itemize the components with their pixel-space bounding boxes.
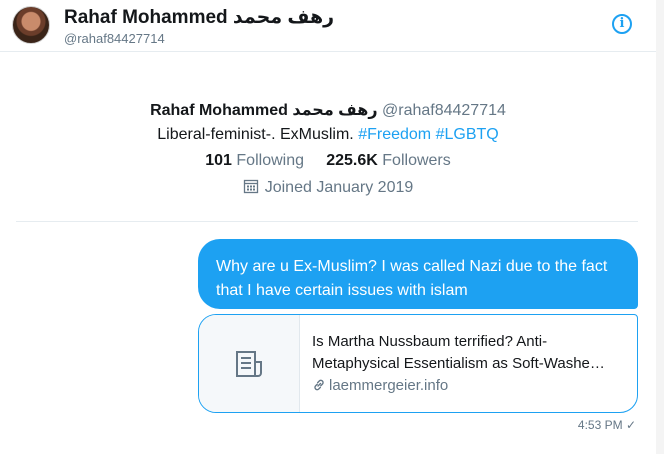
link-preview-card[interactable]: Is Martha Nussbaum terrified? Anti-Metap…: [198, 314, 638, 413]
followers-label: Followers: [382, 152, 451, 169]
followers-count: 225.6K: [326, 152, 378, 169]
timestamp-text: 4:53 PM: [577, 418, 623, 432]
header-handle[interactable]: @rahaf84427714: [64, 31, 165, 46]
card-thumbnail: [199, 315, 300, 412]
link-icon: [312, 378, 326, 396]
hashtag-link[interactable]: #LGBTQ: [436, 126, 499, 143]
profile-summary-name: Rahaf Mohammed رهف محمد @rahaf84427714: [0, 100, 656, 120]
bio-text: Liberal-feminist-. ExMuslim.: [157, 126, 354, 143]
message-timestamp: 4:53 PM ✓: [578, 418, 636, 432]
profile-handle[interactable]: @rahaf84427714: [382, 102, 506, 119]
divider: [16, 221, 638, 222]
following-label: Following: [236, 152, 304, 169]
joined-text: Joined January 2019: [264, 179, 414, 196]
avatar[interactable]: [12, 6, 50, 44]
joined-date: Joined January 2019: [0, 178, 656, 199]
card-title: Is Martha Nussbaum terrified? Anti-Metap…: [312, 333, 605, 372]
conversation-header: Rahaf Mohammed رهف محمد @rahaf84427714 i: [0, 0, 656, 52]
calendar-icon: [243, 178, 259, 199]
checkmark-icon: ✓: [625, 418, 636, 432]
followers-link[interactable]: 225.6K Followers: [326, 152, 451, 169]
message-bubble[interactable]: Why are u Ex-Muslim? I was called Nazi d…: [198, 239, 638, 309]
card-domain-text: laemmergeier.info: [329, 377, 449, 394]
following-count: 101: [205, 152, 232, 169]
following-link[interactable]: 101 Following: [205, 152, 304, 169]
profile-stats: 101 Following 225.6K Followers: [0, 152, 656, 170]
profile-display-name[interactable]: Rahaf Mohammed رهف محمد: [150, 102, 377, 119]
header-display-name[interactable]: Rahaf Mohammed رهف محمد: [64, 6, 334, 29]
scrollbar[interactable]: [656, 0, 664, 454]
card-domain: laemmergeier.info: [312, 377, 448, 396]
profile-bio: Liberal-feminist-. ExMuslim. #Freedom #L…: [0, 126, 656, 144]
info-icon[interactable]: i: [612, 14, 632, 34]
hashtag-link[interactable]: #Freedom: [358, 126, 431, 143]
document-icon: [236, 351, 262, 377]
